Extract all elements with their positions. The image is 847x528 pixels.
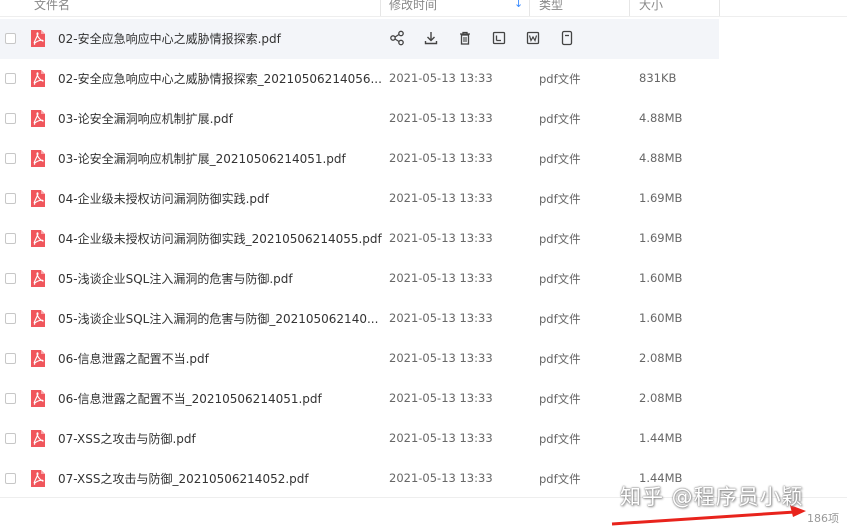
file-name[interactable]: 07-XSS之攻击与防御.pdf [58, 430, 196, 447]
file-type: pdf文件 [539, 112, 581, 126]
pdf-file-icon [30, 389, 46, 408]
row-checkbox[interactable] [5, 393, 16, 404]
row-checkbox[interactable] [5, 73, 16, 84]
column-divider[interactable] [629, 0, 630, 16]
word-icon[interactable] [525, 30, 541, 46]
delete-icon[interactable] [457, 30, 473, 46]
file-name[interactable]: 04-企业级未授权访问漏洞防御实践.pdf [58, 190, 269, 207]
pdf-file-icon [30, 349, 46, 368]
pdf-file-icon [30, 29, 46, 48]
sort-desc-icon[interactable]: ↓ [514, 0, 523, 10]
file-row[interactable]: 02-安全应急响应中心之威胁情报探索_20210506214056... 2021… [0, 59, 847, 99]
file-name[interactable]: 04-企业级未授权访问漏洞防御实践_20210506214055.pdf [58, 230, 382, 247]
row-checkbox[interactable] [5, 193, 16, 204]
file-name[interactable]: 02-安全应急响应中心之威胁情报探索.pdf [58, 30, 281, 47]
row-checkbox[interactable] [5, 233, 16, 244]
file-name[interactable]: 02-安全应急响应中心之威胁情报探索_20210506214056... [58, 70, 382, 87]
column-divider[interactable] [380, 0, 381, 16]
column-header-type[interactable]: 类型 [539, 0, 563, 16]
file-row[interactable]: 05-浅谈企业SQL注入漏洞的危害与防御_202105062140... 2021… [0, 299, 847, 339]
watermark-text: 知乎 @程序员小颖 [620, 485, 804, 509]
modified-date: 2021-05-13 13:33 [389, 431, 493, 445]
row-checkbox[interactable] [5, 273, 16, 284]
download-icon[interactable] [423, 30, 439, 46]
file-type: pdf文件 [539, 272, 581, 286]
file-type: pdf文件 [539, 232, 581, 246]
pdf-file-icon [30, 69, 46, 88]
modified-date: 2021-05-13 13:33 [389, 271, 493, 285]
column-divider[interactable] [719, 0, 720, 16]
file-type: pdf文件 [539, 432, 581, 446]
file-row[interactable]: 03-论安全漏洞响应机制扩展.pdf 2021-05-13 13:33 pdf文件 4… [0, 99, 847, 139]
modified-date: 2021-05-13 13:33 [389, 471, 493, 485]
modified-date: 2021-05-13 13:33 [389, 391, 493, 405]
column-header-date[interactable]: 修改时间 [389, 0, 437, 16]
column-divider[interactable] [529, 0, 530, 16]
file-type: pdf文件 [539, 192, 581, 206]
pdf-file-icon [30, 269, 46, 288]
share-icon[interactable] [389, 30, 405, 46]
file-size: 831KB [639, 71, 677, 85]
pdf-file-icon [30, 429, 46, 448]
file-row[interactable]: 02-安全应急响应中心之威胁情报探索.pdf [0, 19, 719, 59]
pdf-file-icon [30, 189, 46, 208]
modified-date: 2021-05-13 13:33 [389, 111, 493, 125]
modified-date: 2021-05-13 13:33 [389, 351, 493, 365]
file-size: 1.69MB [639, 191, 683, 205]
file-row[interactable]: 05-浅谈企业SQL注入漏洞的危害与防御.pdf 2021-05-13 13:33… [0, 259, 847, 299]
modified-date: 2021-05-13 13:33 [389, 231, 493, 245]
file-type: pdf文件 [539, 152, 581, 166]
column-header-name[interactable]: 文件名 [34, 0, 70, 16]
file-name[interactable]: 06-信息泄露之配置不当_20210506214051.pdf [58, 390, 322, 407]
rename-icon[interactable] [491, 30, 507, 46]
modified-date: 2021-05-13 13:33 [389, 191, 493, 205]
file-list: 02-安全应急响应中心之威胁情报探索.pdf 02-安全应急响应中心之威胁情报探索… [0, 19, 847, 499]
file-type: pdf文件 [539, 472, 581, 486]
modified-date: 2021-05-13 13:33 [389, 311, 493, 325]
file-type: pdf文件 [539, 352, 581, 366]
file-size: 1.44MB [639, 431, 683, 445]
file-row[interactable]: 07-XSS之攻击与防御.pdf 2021-05-13 13:33 pdf文件 1.4… [0, 419, 847, 459]
file-name[interactable]: 05-浅谈企业SQL注入漏洞的危害与防御.pdf [58, 270, 293, 287]
file-row[interactable]: 04-企业级未授权访问漏洞防御实践_20210506214055.pdf 2021… [0, 219, 847, 259]
file-name[interactable]: 06-信息泄露之配置不当.pdf [58, 350, 209, 367]
modified-date: 2021-05-13 13:33 [389, 71, 493, 85]
modified-date: 2021-05-13 13:33 [389, 151, 493, 165]
file-name[interactable]: 03-论安全漏洞响应机制扩展_20210506214051.pdf [58, 150, 346, 167]
file-name[interactable]: 07-XSS之攻击与防御_20210506214052.pdf [58, 470, 309, 487]
file-size: 2.08MB [639, 351, 683, 365]
row-checkbox[interactable] [5, 33, 16, 44]
file-name[interactable]: 03-论安全漏洞响应机制扩展.pdf [58, 110, 233, 127]
row-checkbox[interactable] [5, 113, 16, 124]
file-size: 1.60MB [639, 311, 683, 325]
file-type: pdf文件 [539, 392, 581, 406]
file-size: 2.08MB [639, 391, 683, 405]
file-row[interactable]: 06-信息泄露之配置不当.pdf 2021-05-13 13:33 pdf文件 2.0… [0, 339, 847, 379]
file-size: 1.60MB [639, 271, 683, 285]
file-size: 4.88MB [639, 151, 683, 165]
file-name[interactable]: 05-浅谈企业SQL注入漏洞的危害与防御_202105062140... [58, 310, 378, 327]
pdf-file-icon [30, 469, 46, 488]
row-checkbox[interactable] [5, 473, 16, 484]
row-checkbox[interactable] [5, 353, 16, 364]
file-row[interactable]: 04-企业级未授权访问漏洞防御实践.pdf 2021-05-13 13:33 pdf… [0, 179, 847, 219]
file-row[interactable]: 03-论安全漏洞响应机制扩展_20210506214051.pdf 2021-05… [0, 139, 847, 179]
more-icon[interactable] [559, 30, 575, 46]
file-row[interactable]: 06-信息泄露之配置不当_20210506214051.pdf 2021-05-1… [0, 379, 847, 419]
column-header-size[interactable]: 大小 [639, 0, 663, 16]
pdf-file-icon [30, 229, 46, 248]
file-size: 1.69MB [639, 231, 683, 245]
file-type: pdf文件 [539, 72, 581, 86]
file-size: 4.88MB [639, 111, 683, 125]
pdf-file-icon [30, 109, 46, 128]
row-checkbox[interactable] [5, 153, 16, 164]
file-list-header: 文件名 修改时间 ↓ 类型 大小 [0, 0, 847, 17]
file-type: pdf文件 [539, 312, 581, 326]
pdf-file-icon [30, 309, 46, 328]
row-checkbox[interactable] [5, 433, 16, 444]
item-count: 186项 [807, 512, 839, 525]
row-checkbox[interactable] [5, 313, 16, 324]
pdf-file-icon [30, 149, 46, 168]
